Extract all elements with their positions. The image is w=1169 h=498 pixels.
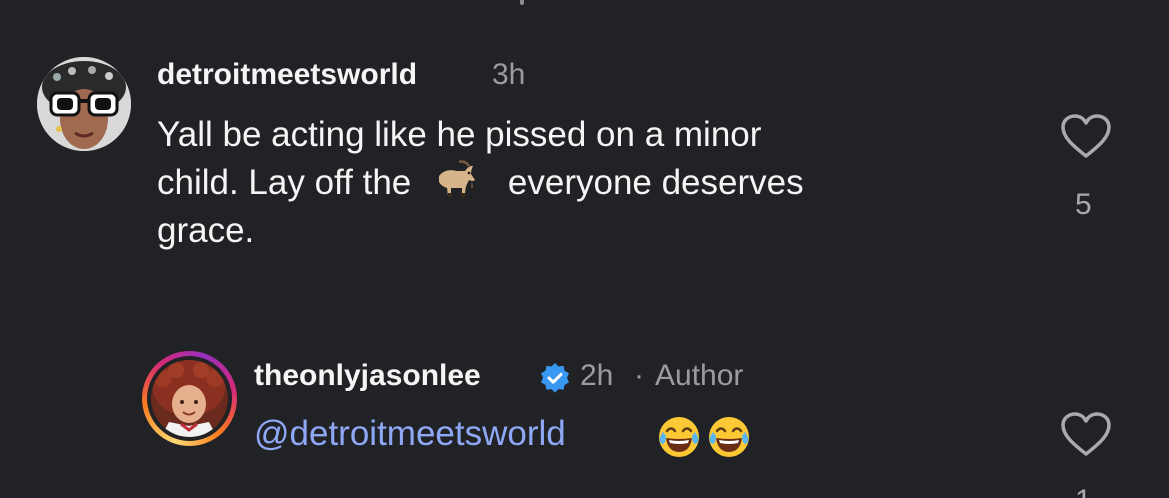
face-with-tears-of-joy-icon xyxy=(709,417,750,457)
goat-icon xyxy=(438,160,475,197)
like-count[interactable]: 5 xyxy=(1075,188,1092,222)
meta-separator: · xyxy=(634,359,644,392)
reply-username[interactable]: theonlyjasonlee xyxy=(254,359,481,393)
reply-emojis xyxy=(656,414,752,465)
comment-text-line: grace. xyxy=(157,211,255,250)
like-heart-icon[interactable] xyxy=(1060,114,1112,165)
comment-text-line: Yall be acting like he pissed on a minor xyxy=(157,115,762,154)
comment-text-segment: child. Lay off the xyxy=(157,163,412,202)
comment-text-segment: everyone deserves xyxy=(507,163,804,202)
comment-username[interactable]: detroitmeetsworld xyxy=(157,58,417,92)
verified-badge-icon xyxy=(539,362,571,399)
avatar[interactable] xyxy=(151,360,228,437)
comment-text-line: child. Lay off the everyone deserves xyxy=(157,159,957,207)
reply-like-heart-icon[interactable] xyxy=(1060,412,1112,463)
avatar[interactable] xyxy=(37,57,131,151)
scroll-indicator xyxy=(520,0,524,5)
reply-time: 2h xyxy=(580,359,614,392)
mention-link[interactable]: @detroitmeetsworld xyxy=(254,414,566,454)
comment-text: Yall be acting like he pissed on a minor… xyxy=(157,111,957,255)
child-red-hair-avatar-icon xyxy=(151,360,228,437)
comments-screen: detroitmeetsworld 3h Yall be acting like… xyxy=(0,0,1169,498)
comment-time: 3h xyxy=(492,58,526,91)
woman-white-sunglasses-avatar-icon xyxy=(37,57,131,151)
author-label: Author xyxy=(655,359,744,392)
face-with-tears-of-joy-icon xyxy=(659,417,699,457)
reply-like-count[interactable]: 1 xyxy=(1075,484,1092,498)
